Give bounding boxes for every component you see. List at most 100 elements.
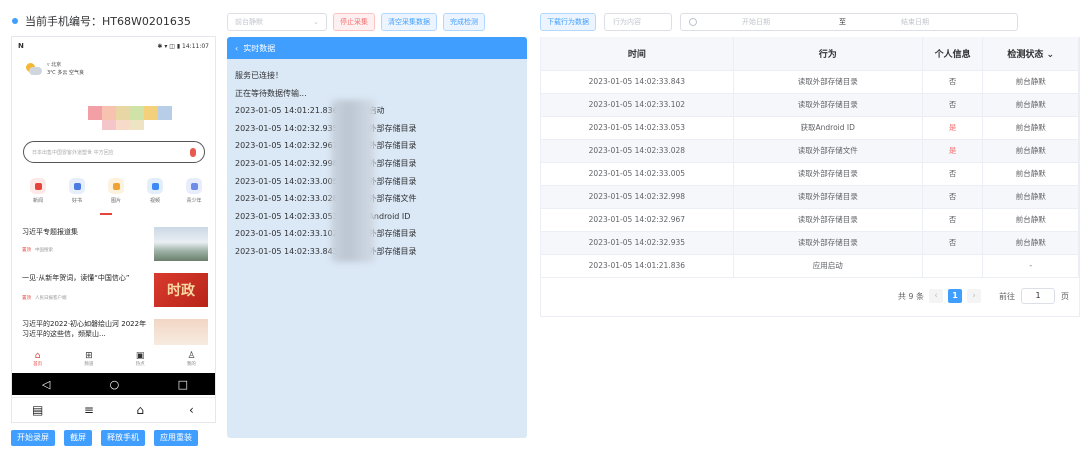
pictures-icon <box>108 178 124 194</box>
page-1-button[interactable]: 1 <box>948 289 962 303</box>
phone-nav-hot[interactable]: ▣ 热点 <box>125 350 155 367</box>
behavior-input[interactable]: 行为内容 <box>604 13 672 31</box>
microphone-icon[interactable] <box>190 147 196 157</box>
download-behavior-button[interactable]: 下载行为数据 <box>540 13 596 31</box>
hot-icon: ▣ <box>135 350 145 361</box>
phone-nav-home[interactable]: ⌂ 首页 <box>23 351 53 367</box>
cell-time: 2023-01-05 14:02:32.935 <box>541 231 734 255</box>
state-select[interactable]: 前台静默 ⌄ <box>227 13 327 31</box>
col-personal: 个人信息 <box>922 37 984 71</box>
next-page-button[interactable]: › <box>967 289 981 303</box>
col-action: 行为 <box>733 37 923 71</box>
device-label: 当前手机编号：HT68W0201635 <box>12 13 191 29</box>
cloudy-weather-icon <box>24 62 42 76</box>
cell-personal: 否 <box>922 93 984 117</box>
log-line: 2023-01-05 14:02:33.028 -> 读取外部存储文件 <box>235 194 417 204</box>
news-thumbnail: 时政 <box>154 273 208 307</box>
table-row[interactable]: 2023-01-05 14:02:32.998 读取外部存储目录否前台静默 <box>541 185 1079 209</box>
cell-personal: 否 <box>922 208 984 232</box>
cell-action: 读取外部存储目录 <box>733 162 923 186</box>
phone-screen[interactable]: N ✱ ▾ ◫ ▮ 14:11:07 ▿ 北京 3℃ 多云 空气良 日本出售中国… <box>11 36 216 423</box>
weather-widget[interactable]: ▿ 北京 3℃ 多云 空气良 <box>24 61 84 77</box>
clock-icon <box>689 18 697 26</box>
screenshot-button[interactable]: 截屏 <box>64 430 92 446</box>
news-thumbnail <box>154 319 208 345</box>
copy-icon[interactable]: ▤ <box>23 403 53 417</box>
chevron-down-icon: ⌄ <box>313 18 319 26</box>
page-indicator <box>100 213 112 215</box>
news-icon <box>30 178 46 194</box>
app-icon-pictures[interactable]: 图片 <box>104 178 128 204</box>
log-line: 2023-01-05 14:02:33.102 -> 读取外部存储目录 <box>235 229 417 239</box>
end-date-input[interactable]: 结束日期 <box>901 17 929 27</box>
app-root: 当前手机编号：HT68W0201635 N ✱ ▾ ◫ ▮ 14:11:07 ▿… <box>0 0 1080 453</box>
news-item[interactable]: 一见·从新年贺词，读懂“中国信心” 置顶 人民日报客户端 时政 <box>22 273 208 313</box>
phone-nav-channel[interactable]: ⊞ 频道 <box>74 351 104 367</box>
news-item[interactable]: 习近平的2022·初心如磐绘山河 2022年习近平的这些信，频聚山... <box>22 319 208 349</box>
cell-action: 读取外部存储文件 <box>733 139 923 163</box>
table-row[interactable]: 2023-01-05 14:02:33.005 读取外部存储目录否前台静默 <box>541 162 1079 186</box>
app-icon-books[interactable]: 好书 <box>65 178 89 204</box>
col-status[interactable]: 检测状态 ⌄ <box>982 37 1079 71</box>
phone-nav-me[interactable]: ♙ 我的 <box>176 350 206 367</box>
table-row[interactable]: 2023-01-05 14:02:33.053 获取Android ID 是前台静默 <box>541 116 1079 140</box>
table-row[interactable]: 2023-01-05 14:02:32.935 读取外部存储目录否前台静默 <box>541 231 1079 255</box>
user-icon: ♙ <box>187 350 196 361</box>
table-row[interactable]: 2023-01-05 14:01:21.836 应用启动 - <box>541 254 1079 278</box>
menu-icon[interactable]: ≡ <box>74 403 104 417</box>
table-header: 时间 行为 个人信息 检测状态 ⌄ <box>541 37 1079 71</box>
back-arrow-icon[interactable]: ‹ <box>176 403 206 417</box>
news-item[interactable]: 习近平专题报道集 置顶 中国搜索 <box>22 227 208 267</box>
behavior-table-panel: 时间 行为 个人信息 检测状态 ⌄ 2023-01-05 14:02:33.84… <box>540 37 1080 317</box>
recents-icon[interactable]: □ <box>168 378 198 391</box>
col-time: 时间 <box>541 37 734 71</box>
clear-data-button[interactable]: 清空采集数据 <box>381 13 437 31</box>
back-icon[interactable]: ◁ <box>31 378 61 391</box>
cell-time: 2023-01-05 14:02:33.053 <box>541 116 734 140</box>
video-icon <box>147 178 163 194</box>
cell-status: 前台静默 <box>982 231 1079 255</box>
table-row[interactable]: 2023-01-05 14:02:33.843 读取外部存储目录否前台静默 <box>541 70 1079 94</box>
capture-toolbar: 前台静默 ⌄ 停止采集 清空采集数据 完成检测 <box>227 13 485 31</box>
cell-action: 读取外部存储目录 <box>733 185 923 209</box>
realtime-header[interactable]: ‹ 实时数据 <box>227 37 527 59</box>
date-range-picker[interactable]: 开始日期 至 结束日期 <box>680 13 1018 31</box>
phone-icon-grid: 新闻 好书 图片 视频 青少年 <box>26 178 206 204</box>
reinstall-app-button[interactable]: 应用重装 <box>154 430 198 446</box>
phone-search-bar[interactable]: 日本出售中国冒客外道塑世 中方回应 <box>23 141 205 163</box>
log-line: 2023-01-05 14:02:32.967 -> 读取外部存储目录 <box>235 141 417 151</box>
prev-page-button[interactable]: ‹ <box>929 289 943 303</box>
cell-time: 2023-01-05 14:02:33.843 <box>541 70 734 94</box>
table-row[interactable]: 2023-01-05 14:02:33.028 读取外部存储文件是前台静默 <box>541 139 1079 163</box>
status-icons-time: ✱ ▾ ◫ ▮ 14:11:07 <box>157 42 209 50</box>
device-id-text: 当前手机编号：HT68W0201635 <box>25 15 191 28</box>
cell-status: 前台静默 <box>982 93 1079 117</box>
cell-personal: 否 <box>922 70 984 94</box>
cell-action: 读取外部存储目录 <box>733 93 923 117</box>
table-row[interactable]: 2023-01-05 14:02:33.102 读取外部存储目录否前台静默 <box>541 93 1079 117</box>
app-icon-video[interactable]: 视频 <box>143 178 167 204</box>
cell-status: - <box>982 254 1079 278</box>
home-circle-icon[interactable]: ○ <box>99 378 129 391</box>
cell-status: 前台静默 <box>982 139 1079 163</box>
page-number-input[interactable]: 1 <box>1021 288 1055 304</box>
cell-personal <box>922 254 984 278</box>
start-date-input[interactable]: 开始日期 <box>742 17 794 27</box>
log-line: 2023-01-05 14:02:33.843 -> 读取外部存储目录 <box>235 246 417 256</box>
start-recording-button[interactable]: 开始录屏 <box>11 430 55 446</box>
app-icon-news[interactable]: 新闻 <box>26 178 50 204</box>
carrier-icon: N <box>18 42 24 50</box>
log-line: 2023-01-05 14:02:33.005 -> 读取外部存储目录 <box>235 176 417 186</box>
phone-status-bar: N ✱ ▾ ◫ ▮ 14:11:07 <box>12 37 215 55</box>
home-icon[interactable]: ⌂ <box>125 403 155 417</box>
release-phone-button[interactable]: 释放手机 <box>101 430 145 446</box>
finish-detection-button[interactable]: 完成检测 <box>443 13 485 31</box>
stop-capture-button[interactable]: 停止采集 <box>333 13 375 31</box>
cell-action: 读取外部存储目录 <box>733 208 923 232</box>
app-icon-youth[interactable]: 青少年 <box>182 178 206 204</box>
table-row[interactable]: 2023-01-05 14:02:32.967 读取外部存储目录否前台静默 <box>541 208 1079 232</box>
cell-time: 2023-01-05 14:02:32.967 <box>541 208 734 232</box>
books-icon <box>69 178 85 194</box>
page-suffix: 页 <box>1061 291 1069 301</box>
cell-status: 前台静默 <box>982 70 1079 94</box>
